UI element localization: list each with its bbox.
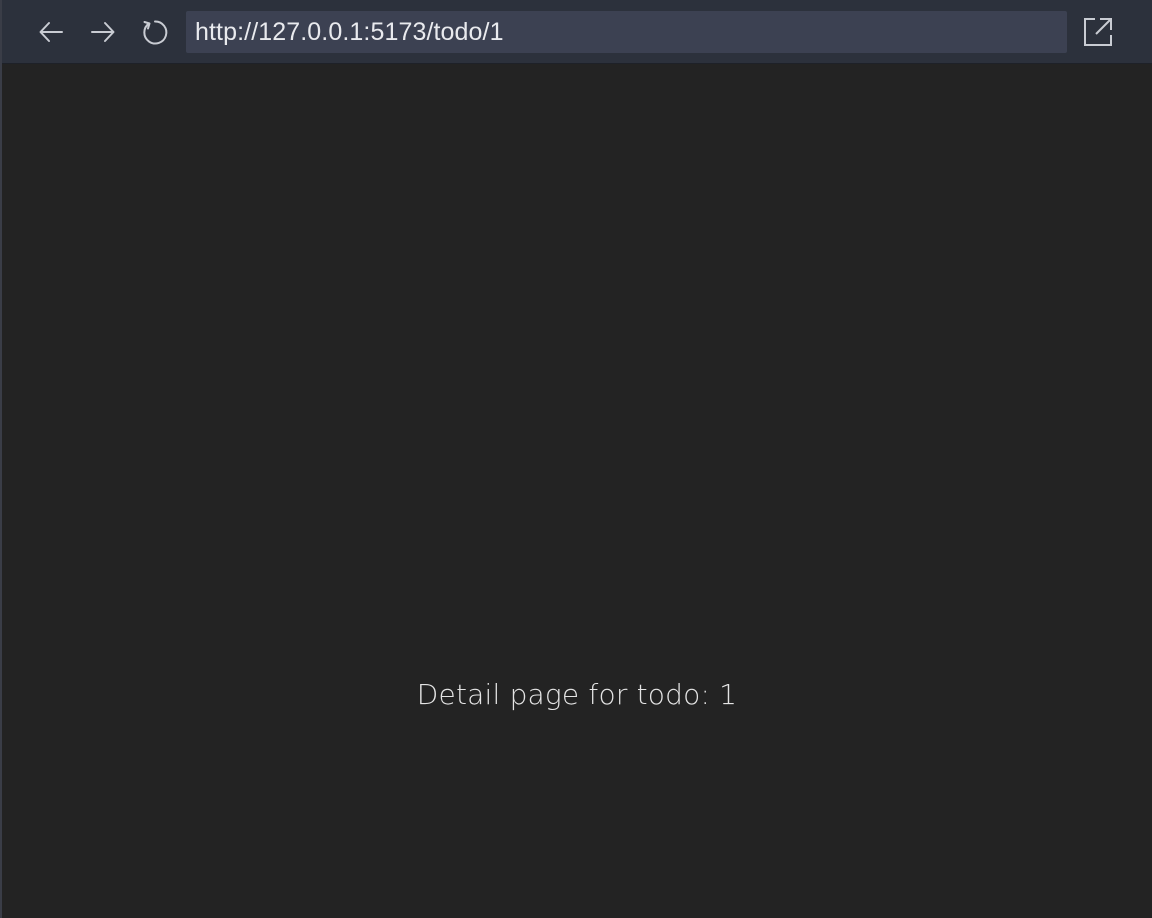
- page-viewport: Detail page for todo: 1: [2, 64, 1152, 918]
- reload-icon: [143, 20, 168, 45]
- url-input[interactable]: http://127.0.0.1:5173/todo/1: [186, 11, 1067, 53]
- arrow-right-icon: [91, 22, 115, 42]
- open-external-icon: [1084, 18, 1112, 46]
- open-external-button[interactable]: [1080, 14, 1116, 50]
- reload-button[interactable]: [137, 14, 173, 50]
- browser-toolbar: http://127.0.0.1:5173/todo/1: [2, 0, 1152, 64]
- browser-window: http://127.0.0.1:5173/todo/1 Detail page…: [0, 0, 1152, 918]
- back-button[interactable]: [33, 14, 69, 50]
- arrow-left-icon: [39, 22, 63, 42]
- url-text: http://127.0.0.1:5173/todo/1: [195, 17, 504, 46]
- todo-detail-text: Detail page for todo: 1: [416, 678, 738, 711]
- forward-button[interactable]: [85, 14, 121, 50]
